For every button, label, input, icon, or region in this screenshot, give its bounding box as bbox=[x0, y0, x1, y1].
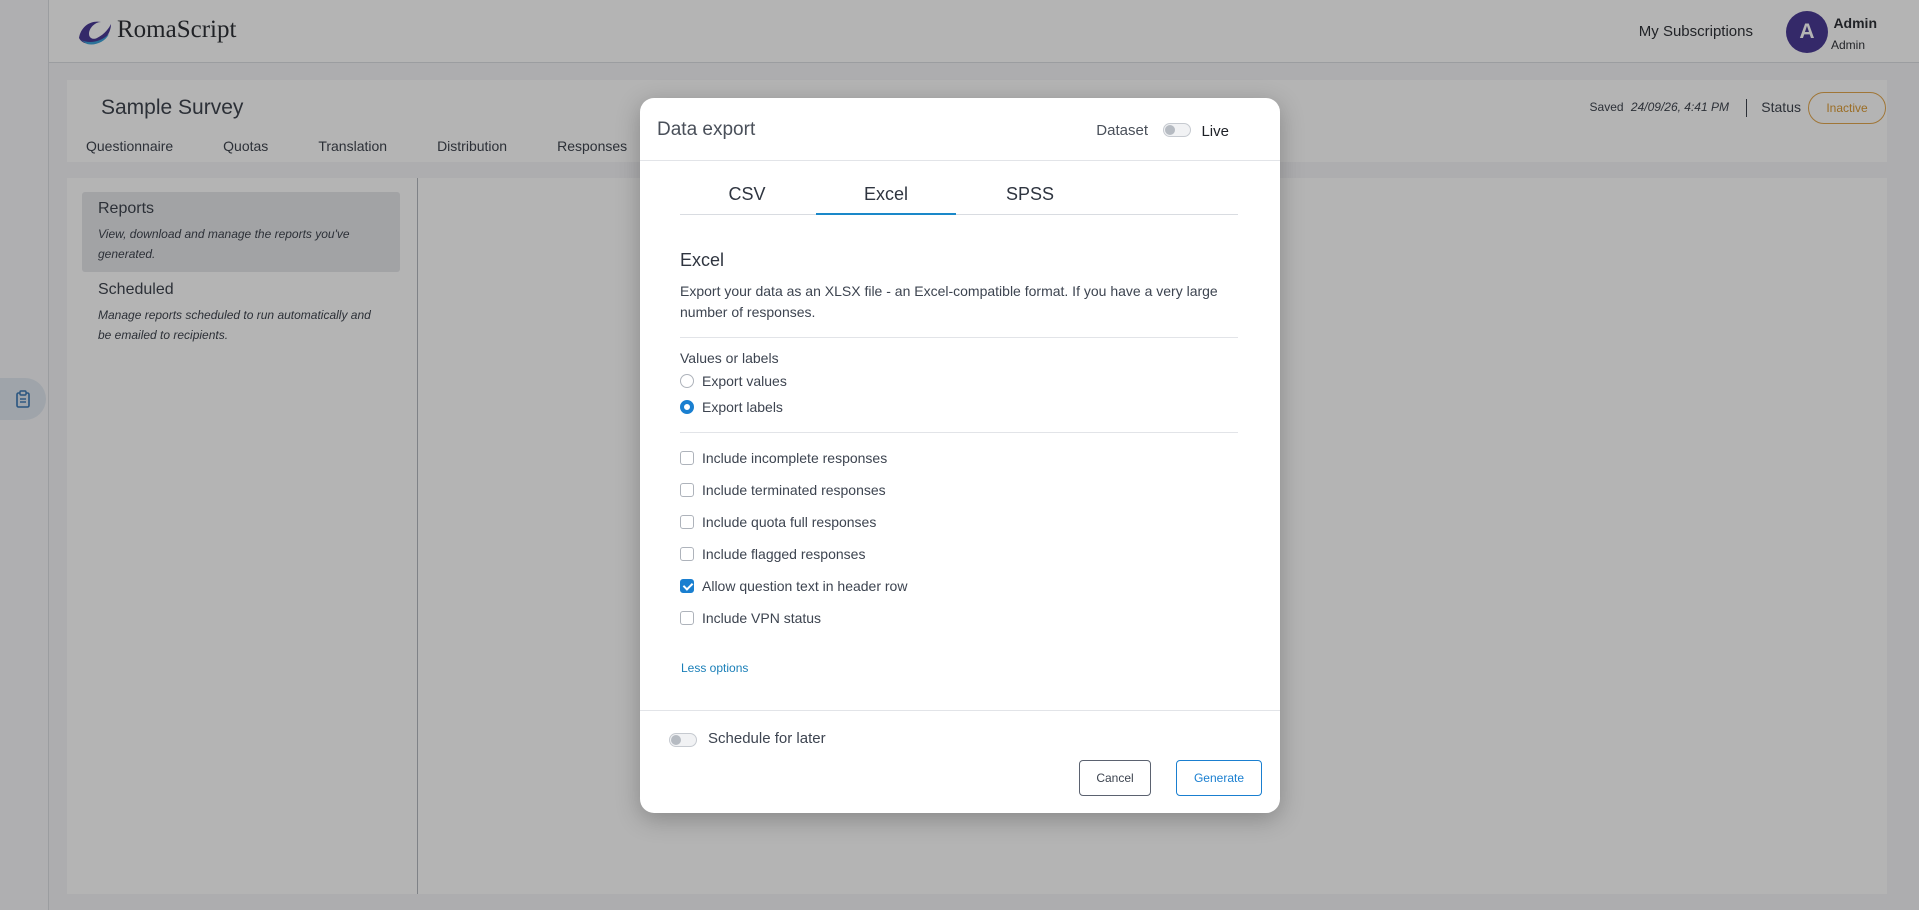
tab-spss[interactable]: SPSS bbox=[958, 184, 1102, 215]
section-description: Export your data as an XLSX file - an Ex… bbox=[680, 283, 1218, 320]
include-vpn-status-checkbox[interactable] bbox=[680, 611, 694, 625]
export-labels-option[interactable]: Export labels bbox=[680, 399, 783, 415]
option-label: Include VPN status bbox=[702, 610, 822, 626]
include-terminated-option[interactable]: Include terminated responses bbox=[680, 482, 886, 498]
include-flagged-checkbox[interactable] bbox=[680, 547, 694, 561]
export-values-radio[interactable] bbox=[680, 374, 694, 388]
schedule-toggle[interactable] bbox=[669, 733, 697, 747]
dialog-title: Data export bbox=[657, 119, 756, 140]
include-flagged-option[interactable]: Include flagged responses bbox=[680, 546, 865, 562]
dataset-label: Dataset bbox=[1096, 122, 1148, 139]
dataset-toggle[interactable] bbox=[1163, 123, 1191, 137]
include-quota-full-checkbox[interactable] bbox=[680, 515, 694, 529]
include-vpn-status-option[interactable]: Include VPN status bbox=[680, 610, 821, 626]
include-incomplete-checkbox[interactable] bbox=[680, 451, 694, 465]
section-title: Excel bbox=[680, 250, 725, 270]
tab-csv[interactable]: CSV bbox=[680, 184, 814, 215]
option-label: Include quota full responses bbox=[702, 514, 877, 530]
values-or-labels-label: Values or labels bbox=[680, 350, 779, 366]
export-labels-radio[interactable] bbox=[680, 400, 694, 414]
option-label: Export labels bbox=[702, 399, 783, 415]
option-label: Include terminated responses bbox=[702, 482, 886, 498]
schedule-label: Schedule for later bbox=[708, 730, 826, 747]
divider bbox=[680, 432, 1238, 433]
less-options-link[interactable]: Less options bbox=[681, 661, 748, 675]
allow-question-text-option[interactable]: Allow question text in header row bbox=[680, 578, 907, 594]
export-values-option[interactable]: Export values bbox=[680, 373, 787, 389]
divider bbox=[640, 710, 1280, 711]
divider bbox=[680, 337, 1238, 338]
option-label: Export values bbox=[702, 373, 787, 389]
data-export-dialog: Data export Dataset Live CSV Excel SPSS … bbox=[640, 98, 1280, 813]
tab-excel[interactable]: Excel bbox=[816, 184, 956, 215]
cancel-button[interactable]: Cancel bbox=[1079, 760, 1151, 796]
generate-button[interactable]: Generate bbox=[1176, 760, 1262, 796]
option-label: Include flagged responses bbox=[702, 546, 866, 562]
include-incomplete-option[interactable]: Include incomplete responses bbox=[680, 450, 887, 466]
option-label: Allow question text in header row bbox=[702, 578, 908, 594]
dialog-header: Data export Dataset Live bbox=[640, 98, 1280, 161]
format-tabs: CSV Excel SPSS bbox=[680, 178, 1238, 215]
option-label: Include incomplete responses bbox=[702, 450, 888, 466]
live-label: Live bbox=[1201, 123, 1229, 140]
include-terminated-checkbox[interactable] bbox=[680, 483, 694, 497]
include-quota-full-option[interactable]: Include quota full responses bbox=[680, 514, 876, 530]
allow-question-text-checkbox[interactable] bbox=[680, 579, 694, 593]
